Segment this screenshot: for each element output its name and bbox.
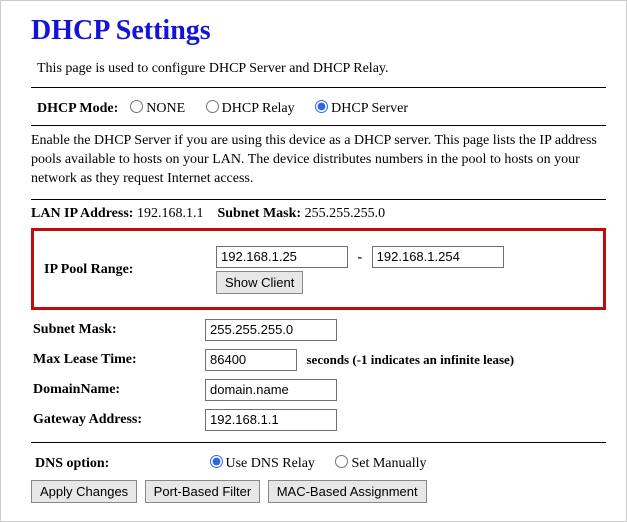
subnet-mask-label: Subnet Mask: [33, 316, 203, 344]
max-lease-input[interactable] [205, 349, 297, 371]
ip-pool-end-input[interactable] [372, 246, 504, 268]
dhcp-mode-option-none-label: NONE [146, 101, 185, 116]
dhcp-mode-option-relay[interactable]: DHCP Relay [201, 101, 298, 116]
mac-based-assignment-button[interactable]: MAC-Based Assignment [268, 480, 427, 503]
domain-name-label: DomainName: [33, 376, 203, 404]
divider [31, 87, 606, 88]
dhcp-mode-radio-server[interactable] [315, 100, 328, 113]
dhcp-mode-label: DHCP Mode: [37, 101, 118, 116]
button-bar: Apply Changes Port-Based Filter MAC-Base… [31, 480, 606, 503]
divider [31, 199, 606, 200]
lan-info: LAN IP Address: 192.168.1.1 Subnet Mask:… [31, 206, 606, 222]
dhcp-settings-page: DHCP Settings This page is used to confi… [0, 0, 627, 522]
ip-pool-label: IP Pool Range: [44, 243, 214, 297]
port-based-filter-button[interactable]: Port-Based Filter [145, 480, 261, 503]
ip-pool-highlight: IP Pool Range: - Show Client [31, 228, 606, 310]
domain-name-input[interactable] [205, 379, 337, 401]
max-lease-label: Max Lease Time: [33, 346, 203, 374]
dhcp-mode-row: DHCP Mode: NONE DHCP Relay DHCP Server [37, 96, 606, 117]
dhcp-mode-option-none[interactable]: NONE [125, 101, 188, 116]
lan-ip-value: 192.168.1.1 [137, 206, 204, 221]
dhcp-mode-option-server-label: DHCP Server [331, 101, 408, 116]
server-description: Enable the DHCP Server if you are using … [31, 132, 606, 189]
dns-option-manual[interactable]: Set Manually [330, 456, 426, 471]
dns-option-row: DNS option: Use DNS Relay Set Manually [35, 451, 606, 472]
dns-option-label: DNS option: [35, 456, 201, 472]
dns-option-manual-label: Set Manually [351, 456, 426, 471]
dhcp-mode-radio-none[interactable] [130, 100, 143, 113]
dns-option-radio-relay[interactable] [210, 455, 223, 468]
subnet-mask-input[interactable] [205, 319, 337, 341]
dhcp-mode-option-server[interactable]: DHCP Server [310, 101, 408, 116]
dhcp-mode-option-relay-label: DHCP Relay [222, 101, 295, 116]
gateway-address-label: Gateway Address: [33, 406, 203, 434]
show-client-button[interactable]: Show Client [216, 271, 303, 294]
ip-pool-start-input[interactable] [216, 246, 348, 268]
divider [31, 442, 606, 443]
dns-option-relay-label: Use DNS Relay [226, 456, 315, 471]
settings-table: Subnet Mask: Max Lease Time: seconds (-1… [31, 314, 606, 436]
apply-changes-button[interactable]: Apply Changes [31, 480, 137, 503]
page-intro: This page is used to configure DHCP Serv… [37, 61, 606, 77]
max-lease-hint: seconds (-1 indicates an infinite lease) [307, 352, 515, 367]
range-dash: - [352, 250, 369, 265]
lan-ip-label: LAN IP Address: [31, 206, 133, 221]
dns-option-radio-manual[interactable] [335, 455, 348, 468]
dhcp-mode-radio-relay[interactable] [206, 100, 219, 113]
lan-mask-value: 255.255.255.0 [305, 206, 386, 221]
lan-mask-label: Subnet Mask: [217, 206, 301, 221]
divider [31, 125, 606, 126]
page-title: DHCP Settings [31, 15, 606, 47]
gateway-address-input[interactable] [205, 409, 337, 431]
dns-option-relay[interactable]: Use DNS Relay [205, 456, 319, 471]
